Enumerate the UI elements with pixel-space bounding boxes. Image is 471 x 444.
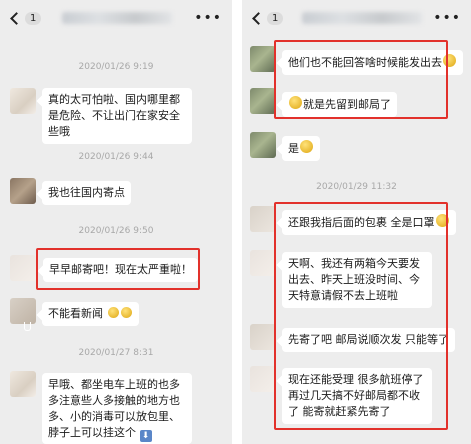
message-bubble[interactable]: 不能看新闻	[42, 302, 139, 326]
emoji-icon	[120, 307, 132, 318]
back-chevron-icon	[10, 11, 23, 25]
contact-name-blurred	[62, 12, 172, 24]
unread-badge: 1	[25, 11, 42, 25]
message-text: 真的太可怕啦、国内哪里都是危险、不让出门在家安全些哦	[48, 93, 180, 138]
back-button[interactable]: 1	[250, 11, 284, 25]
message-bubble[interactable]: 我也往国内寄点	[42, 181, 131, 205]
emoji-icon	[107, 307, 119, 318]
highlight-box	[274, 40, 448, 119]
timestamp: 2020/01/27 8:31	[78, 348, 154, 358]
avatar[interactable]	[250, 206, 276, 232]
timestamp: 2020/01/26 9:19	[78, 62, 154, 72]
timestamp: 2020/01/26 9:44	[78, 152, 154, 162]
more-options-icon[interactable]: •••	[433, 10, 461, 26]
message-text: 早哦、都坐电车上班的也多多注意些人多接触的地方也多、小的消毒可以放包里、脖子上可…	[48, 378, 180, 439]
message-text: 我也往国内寄点	[48, 186, 125, 199]
contact-name-blurred	[302, 12, 422, 24]
message-text: 是	[288, 142, 299, 155]
avatar[interactable]	[250, 132, 276, 158]
avatar[interactable]	[10, 88, 36, 114]
avatar[interactable]	[10, 178, 36, 204]
avatar[interactable]	[10, 371, 36, 397]
avatar[interactable]	[250, 46, 276, 72]
message-bubble[interactable]: 真的太可怕啦、国内哪里都是危险、不让出门在家安全些哦	[42, 88, 192, 144]
more-options-icon[interactable]: •••	[194, 10, 222, 26]
avatar[interactable]	[250, 324, 276, 350]
download-arrow-icon: ⬇	[139, 430, 152, 442]
avatar[interactable]	[10, 255, 36, 281]
right-chat-screen: 1 ••• 他们也不能回答啥时候能发出去 就是先留到邮局了 是 2020/01/…	[242, 0, 471, 444]
avatar[interactable]	[10, 298, 36, 324]
left-chat-screen: 1 ••• 2020/01/26 9:19 真的太可怕啦、国内哪里都是危险、不让…	[0, 0, 232, 444]
bag-icon	[24, 322, 31, 331]
highlight-box	[36, 248, 200, 290]
unread-badge: 1	[267, 11, 284, 25]
back-chevron-icon	[252, 11, 265, 25]
timestamp: 2020/01/29 11:32	[316, 182, 397, 192]
avatar[interactable]	[250, 88, 276, 114]
message-bubble[interactable]: 是	[282, 136, 320, 161]
emoji-icon	[300, 140, 313, 153]
avatar[interactable]	[250, 366, 276, 392]
message-bubble[interactable]: 早哦、都坐电车上班的也多多注意些人多接触的地方也多、小的消毒可以放包里、脖子上可…	[42, 373, 192, 444]
avatar[interactable]	[250, 250, 276, 276]
timestamp: 2020/01/26 9:50	[78, 226, 154, 236]
message-text: 不能看新闻	[48, 307, 103, 320]
highlight-box	[274, 202, 448, 430]
back-button[interactable]: 1	[8, 11, 42, 25]
